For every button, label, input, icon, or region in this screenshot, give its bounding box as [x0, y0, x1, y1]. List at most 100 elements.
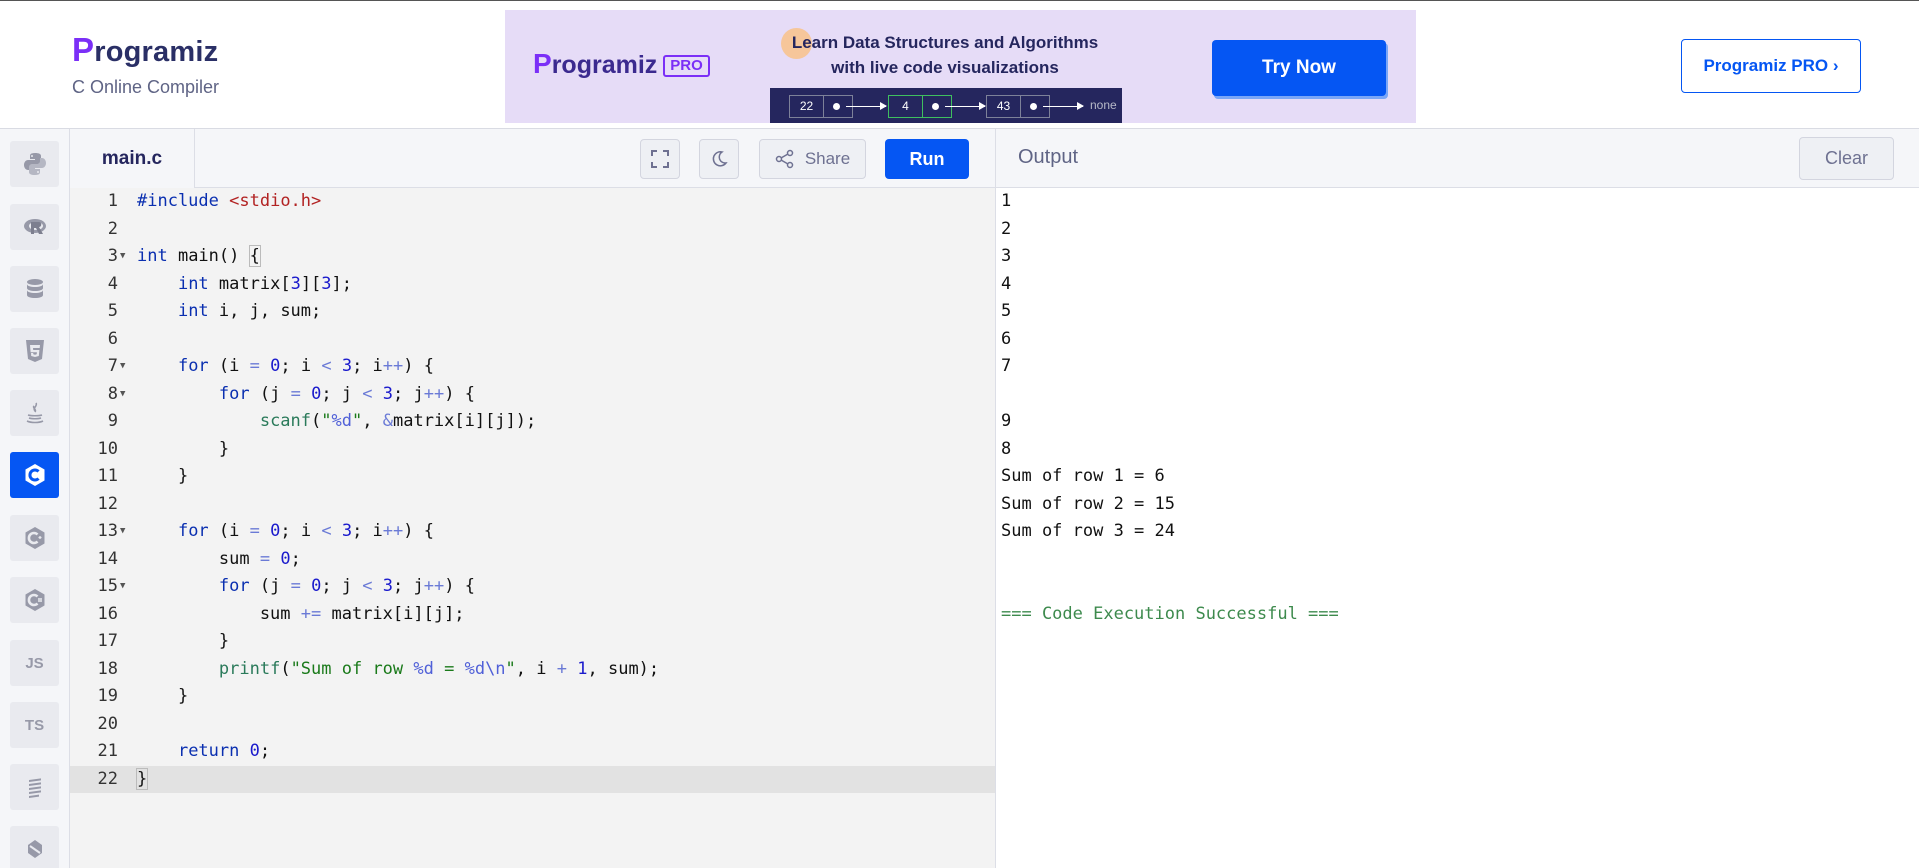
share-label: Share: [804, 149, 851, 168]
code-text[interactable]: }: [135, 766, 149, 794]
code-text[interactable]: int i, j, sum;: [137, 298, 321, 326]
c-icon: [25, 464, 44, 486]
line-number: 1: [107, 191, 118, 211]
code-text[interactable]: for (j = 0; j < 3; j++) {: [137, 381, 475, 409]
node-value: 4: [889, 96, 923, 117]
code-line[interactable]: 15 ▼ for (j = 0; j < 3; j++) {: [70, 573, 995, 601]
code-text[interactable]: printf("Sum of row %d = %d\n", i + 1, su…: [137, 656, 659, 684]
line-number: 9: [107, 411, 118, 431]
sidebar-item-cpp[interactable]: [10, 515, 59, 561]
code-text[interactable]: sum = 0;: [137, 546, 301, 574]
code-line[interactable]: 19 }: [70, 683, 995, 711]
database-icon: [26, 279, 43, 298]
text-cursor: [147, 768, 149, 789]
sidebar-item-go[interactable]: [10, 826, 59, 868]
python-icon: [23, 153, 46, 175]
output-line: 2: [1001, 218, 1012, 239]
sidebar-item-r[interactable]: [10, 204, 59, 250]
clear-button[interactable]: Clear: [1799, 137, 1894, 180]
output-line: Sum of row 1 = 6: [1001, 466, 1165, 486]
html5-icon: [25, 340, 44, 362]
line-number: 2: [107, 218, 118, 239]
sidebar-item-java[interactable]: [10, 390, 59, 436]
code-line[interactable]: 20: [70, 711, 995, 739]
try-now-button[interactable]: Try Now: [1212, 40, 1386, 96]
code-line[interactable]: 18 printf("Sum of row %d = %d\n", i + 1,…: [70, 656, 995, 684]
code-line[interactable]: 6: [70, 326, 995, 354]
code-text[interactable]: }: [137, 628, 229, 656]
share-icon: [775, 149, 794, 169]
code-line[interactable]: 9 scanf("%d", &matrix[i][j]);: [70, 408, 995, 436]
code-line[interactable]: 5 int i, j, sum;: [70, 298, 995, 326]
code-line[interactable]: 4 int matrix[3][3];: [70, 271, 995, 299]
share-button[interactable]: Share: [759, 139, 866, 179]
java-icon: [26, 402, 43, 424]
banner-line-2: with live code visualizations: [831, 58, 1059, 77]
list-node: 22: [789, 95, 853, 118]
code-line[interactable]: 7 ▼ for (i = 0; i < 3; i++) {: [70, 353, 995, 381]
fold-arrow-icon[interactable]: ▼: [120, 381, 125, 409]
programiz-logo[interactable]: Programiz: [72, 31, 219, 69]
run-button[interactable]: Run: [885, 139, 969, 179]
code-line[interactable]: 13 ▼ for (i = 0; i < 3; i++) {: [70, 518, 995, 546]
sidebar-item-csharp[interactable]: [10, 577, 59, 623]
code-line-current[interactable]: 22}: [70, 765, 995, 794]
line-number: 4: [107, 273, 118, 294]
banner-logo-initial: P: [533, 48, 552, 79]
code-line[interactable]: 1 #include <stdio.h>: [70, 188, 995, 216]
code-text[interactable]: }: [137, 436, 229, 464]
code-line[interactable]: 16 sum += matrix[i][j];: [70, 601, 995, 629]
programiz-pro-button[interactable]: Programiz PRO ›: [1681, 39, 1861, 93]
output-line: 5: [1001, 301, 1012, 321]
code-line[interactable]: 11 }: [70, 463, 995, 491]
output-line: Sum of row 3 = 24: [1001, 521, 1175, 541]
brand[interactable]: Programiz C Online Compiler: [72, 31, 219, 98]
sidebar-item-typescript[interactable]: TS: [10, 702, 59, 748]
sidebar-item-python[interactable]: [10, 141, 59, 187]
code-text[interactable]: for (i = 0; i < 3; i++) {: [137, 353, 434, 381]
fold-arrow-icon[interactable]: ▼: [120, 573, 125, 601]
code-text[interactable]: int matrix[3][3];: [137, 271, 352, 299]
code-text[interactable]: #include <stdio.h>: [137, 188, 321, 216]
sidebar-item-javascript[interactable]: JS: [10, 640, 59, 686]
code-line[interactable]: 14 sum = 0;: [70, 546, 995, 574]
code-text[interactable]: return 0;: [137, 738, 270, 766]
banner-logo-text: rogramiz: [551, 51, 658, 79]
arrow-icon: [1043, 102, 1084, 110]
code-line[interactable]: 21 return 0;: [70, 738, 995, 766]
code-line[interactable]: 3 ▼ int main() {: [70, 243, 995, 271]
code-text[interactable]: sum += matrix[i][j];: [137, 601, 465, 629]
code-line[interactable]: 12: [70, 491, 995, 519]
sidebar-item-swift[interactable]: [10, 764, 59, 810]
code-line[interactable]: 8 ▼ for (j = 0; j < 3; j++) {: [70, 381, 995, 409]
promo-banner[interactable]: Programiz PRO Learn Data Structures and A…: [505, 10, 1416, 123]
code-text[interactable]: scanf("%d", &matrix[i][j]);: [137, 408, 536, 436]
line-number: 6: [107, 328, 118, 349]
line-number: 19: [97, 686, 118, 706]
fold-arrow-icon[interactable]: ▼: [120, 518, 125, 546]
sidebar-item-html[interactable]: [10, 328, 59, 374]
code-text[interactable]: for (j = 0; j < 3; j++) {: [137, 573, 475, 601]
code-line[interactable]: 17 }: [70, 628, 995, 656]
moon-icon: [712, 151, 728, 167]
fold-arrow-icon[interactable]: ▼: [120, 353, 125, 381]
sidebar-item-c[interactable]: [10, 452, 59, 498]
language-sidebar: JS TS: [0, 129, 70, 868]
compiler-app: Programiz C Online Compiler Programiz PRO…: [0, 0, 1919, 868]
output-console[interactable]: 1 2 3 4 5 6 7 9 8 Sum of row 1 = 6 Sum o…: [995, 188, 1919, 868]
code-line[interactable]: 10 }: [70, 436, 995, 464]
code-line[interactable]: 2: [70, 216, 995, 244]
code-text[interactable]: for (i = 0; i < 3; i++) {: [137, 518, 434, 546]
code-text[interactable]: }: [137, 683, 188, 711]
code-text[interactable]: int main() {: [137, 243, 261, 271]
code-editor[interactable]: 1 #include <stdio.h> 2 3 ▼ int main() { 4 i…: [70, 188, 995, 868]
code-text[interactable]: }: [137, 463, 188, 491]
sidebar-item-sql[interactable]: [10, 266, 59, 312]
file-tab[interactable]: main.c: [70, 129, 195, 188]
theme-toggle-button[interactable]: [699, 139, 739, 179]
fold-arrow-icon[interactable]: ▼: [120, 243, 125, 271]
fullscreen-button[interactable]: [640, 139, 680, 179]
